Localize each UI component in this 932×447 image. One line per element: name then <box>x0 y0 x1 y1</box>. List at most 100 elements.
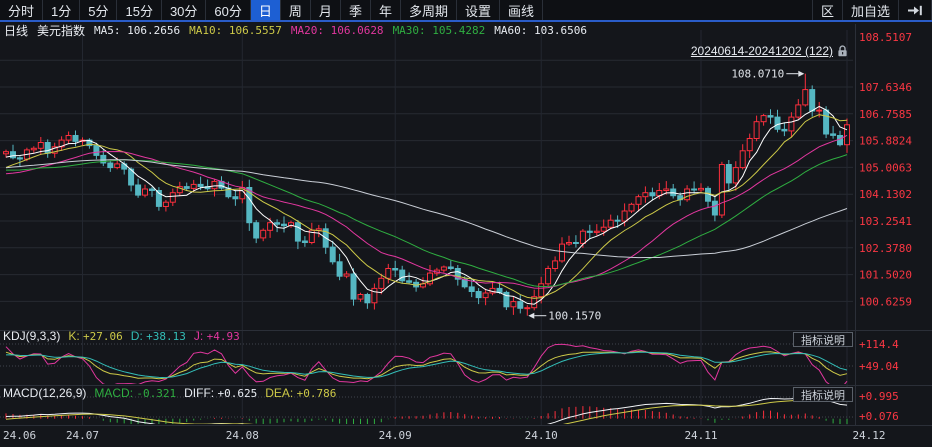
x-axis-label: 24.06 <box>3 429 36 442</box>
candle <box>511 296 516 315</box>
candle <box>532 290 537 311</box>
x-axis-label: 24.07 <box>66 429 99 442</box>
x-axis-label: 24.11 <box>684 429 717 442</box>
toolbar-tab[interactable]: 设置 <box>457 0 500 20</box>
macd-macd-readout: MACD: -0.321 <box>94 386 176 400</box>
candle <box>295 220 300 249</box>
candle <box>483 289 488 306</box>
macd-axis-label: +0.076 <box>859 410 899 423</box>
price-axis-label: 104.1302 <box>859 188 912 201</box>
toolbar-tab[interactable]: 画线 <box>500 0 543 20</box>
candle <box>73 131 78 147</box>
candle <box>337 254 342 280</box>
macd-diff-readout: DIFF: +0.625 <box>184 386 257 400</box>
price-axis-label: 105.0063 <box>859 161 912 174</box>
toolbar-tab[interactable]: 分时 <box>0 0 43 20</box>
x-axis-label: 24.12 <box>852 429 885 442</box>
candle <box>712 196 717 221</box>
candle <box>358 293 363 302</box>
toolbar: 分时1分5分15分30分60分日周月季年多周期设置画线 区 加自选 <box>0 0 932 22</box>
price-axis-label: 102.3780 <box>859 242 912 255</box>
pane-separators <box>0 24 932 426</box>
candle <box>573 235 578 247</box>
kdj-d-value: +38.13 <box>146 330 186 343</box>
macd-axis-label: +0.995 <box>859 390 899 403</box>
macd-diff-value: +0.625 <box>217 387 257 400</box>
macd-dea-readout: DEA: +0.786 <box>265 386 336 400</box>
candle <box>754 116 759 142</box>
candle <box>87 138 92 148</box>
candle <box>59 136 64 151</box>
price-axis-label: 101.5020 <box>859 269 912 282</box>
candle <box>136 179 141 198</box>
ma-readouts: MA5: 106.2656MA10: 106.5557MA20: 106.062… <box>94 24 587 37</box>
period-label: 日线 <box>4 22 28 39</box>
kdj-title: KDJ(9,3,3) <box>3 329 60 343</box>
candle <box>289 221 294 228</box>
candle <box>233 190 238 206</box>
x-axis-label: 24.08 <box>226 429 259 442</box>
candle <box>448 261 453 271</box>
candle <box>831 126 836 139</box>
chart-annotations: 108.0710100.1570 <box>528 68 804 323</box>
candle <box>282 216 287 232</box>
price-axis-label: 105.8824 <box>859 135 912 148</box>
candle <box>108 160 113 172</box>
toolbar-tab[interactable]: 日 <box>251 0 281 20</box>
candle <box>205 180 210 191</box>
toolbar-tab[interactable]: 年 <box>371 0 401 20</box>
ma-readout: MA20: 106.0628 <box>291 24 384 37</box>
candle <box>441 266 446 273</box>
collapse-right-button[interactable] <box>899 0 932 20</box>
candle <box>706 186 711 207</box>
toolbar-tab[interactable]: 季 <box>341 0 371 20</box>
candle <box>518 295 523 314</box>
toolbar-tab[interactable]: 30分 <box>162 0 206 20</box>
candle <box>490 281 495 295</box>
candle <box>719 162 724 218</box>
candle <box>254 220 259 243</box>
range-annotation[interactable]: 20240614-20241202 (122) <box>691 44 848 58</box>
candle <box>386 264 391 284</box>
collapse-right-icon <box>907 5 923 16</box>
toolbar-tab[interactable]: 60分 <box>206 0 250 20</box>
price-chart[interactable]: 108.5107107.6346106.7585105.8824105.0063… <box>0 0 932 447</box>
kdj-j-label: J: <box>194 329 203 343</box>
kdj-help-button[interactable]: 指标说明 <box>793 332 853 347</box>
macd-help-button[interactable]: 指标说明 <box>793 387 853 402</box>
toolbar-tab[interactable]: 5分 <box>80 0 117 20</box>
candle <box>31 146 36 153</box>
candle <box>726 160 731 190</box>
lock-icon <box>837 45 848 57</box>
candle <box>553 256 558 271</box>
toolbar-right: 区 加自选 <box>812 0 932 20</box>
kdj-d-label: D: <box>131 329 143 343</box>
kdj-j-value: +4.93 <box>207 330 240 343</box>
price-axis-label: 108.5107 <box>859 31 912 44</box>
candle <box>428 265 433 286</box>
candle <box>163 200 168 212</box>
range-annotation-label: 20240614-20241202 (122) <box>691 44 833 58</box>
region-button[interactable]: 区 <box>812 0 843 20</box>
ma-readout: MA30: 105.4282 <box>393 24 486 37</box>
kdj-k-readout: K: +27.06 <box>68 329 122 343</box>
ma-readout: MA5: 106.2656 <box>94 24 180 37</box>
candle <box>747 134 752 159</box>
candle <box>782 122 787 136</box>
candle <box>761 114 766 126</box>
candle <box>344 271 349 278</box>
kdj-k-value: +27.06 <box>83 330 123 343</box>
toolbar-tab[interactable]: 1分 <box>43 0 80 20</box>
candle <box>789 112 794 137</box>
x-axis-label: 24.10 <box>525 429 558 442</box>
toolbar-tab[interactable]: 多周期 <box>401 0 457 20</box>
toolbar-tab[interactable]: 周 <box>281 0 311 20</box>
macd-dea-value: +0.786 <box>297 387 337 400</box>
candle <box>52 143 57 158</box>
toolbar-tab[interactable]: 15分 <box>117 0 161 20</box>
candle <box>671 184 676 199</box>
x-axis-label: 24.09 <box>379 429 412 442</box>
toolbar-tab[interactable]: 月 <box>311 0 341 20</box>
candle <box>740 144 745 169</box>
add-watchlist-button[interactable]: 加自选 <box>843 0 899 20</box>
